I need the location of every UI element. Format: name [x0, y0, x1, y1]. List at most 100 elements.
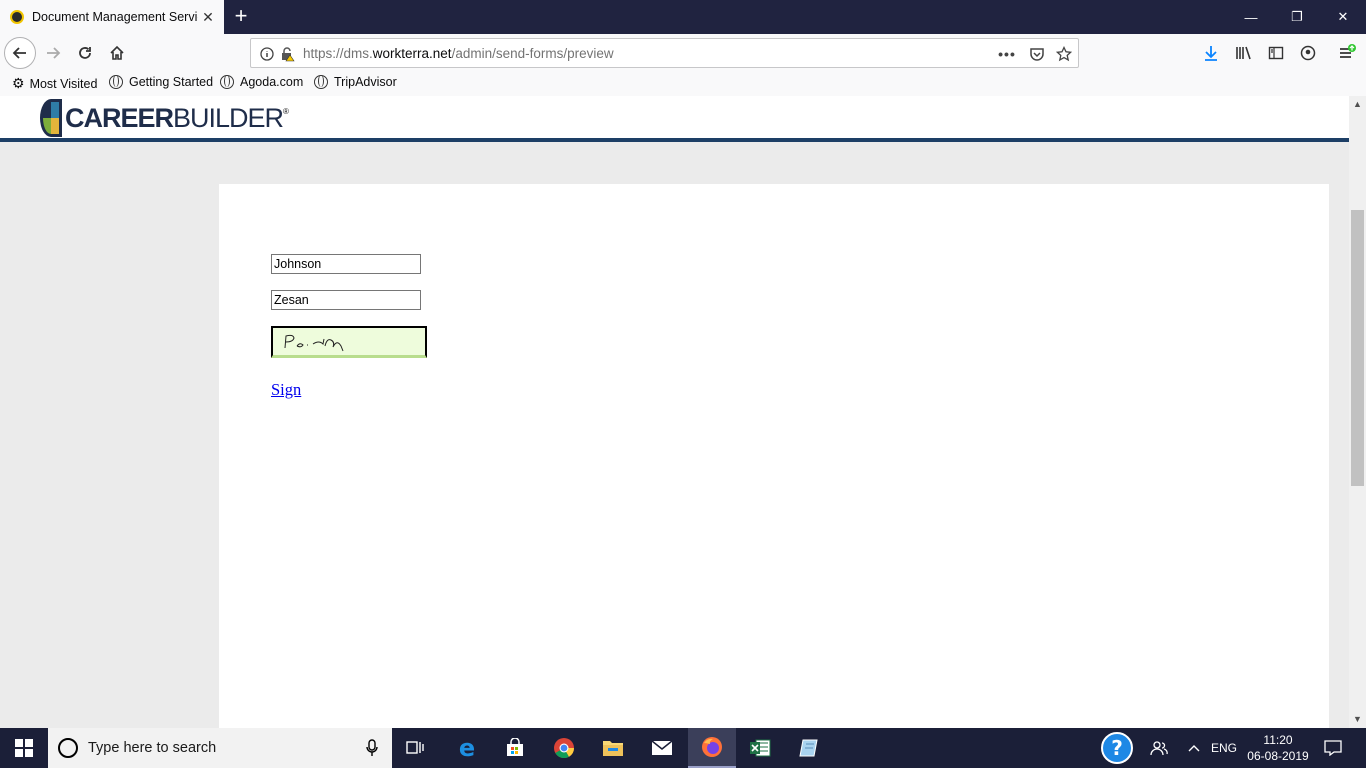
reload-button[interactable] — [70, 38, 100, 68]
globe-icon — [314, 75, 328, 89]
gear-icon: ⚙ — [12, 75, 25, 91]
microphone-icon[interactable] — [366, 739, 378, 761]
page-scrollbar[interactable]: ▲ ▼ — [1349, 96, 1366, 728]
people-button[interactable] — [1144, 728, 1174, 768]
hamburger-menu-icon — [1340, 44, 1356, 58]
browser-tab[interactable]: Document Management Servic ✕ — [0, 0, 224, 34]
search-placeholder: Type here to search — [88, 740, 217, 756]
scrollbar-thumb[interactable] — [1351, 210, 1364, 486]
bookmark-tripadvisor[interactable]: TripAdvisor — [314, 75, 397, 89]
last-name-field[interactable] — [271, 254, 421, 274]
task-view-icon — [406, 741, 424, 754]
firefox-app-button[interactable] — [688, 728, 736, 768]
downloads-button[interactable] — [1196, 38, 1226, 68]
title-bar: Document Management Servic ✕ + — ❐ ✕ — [0, 0, 1366, 34]
logo-trademark: ® — [283, 106, 289, 116]
page-content: CAREERBUILDER® Sign — [0, 96, 1349, 728]
cortana-icon — [58, 738, 78, 758]
windows-logo-icon — [15, 739, 33, 757]
sign-link[interactable]: Sign — [271, 380, 301, 400]
show-hidden-icons-button[interactable] — [1182, 728, 1206, 768]
close-window-button[interactable]: ✕ — [1320, 0, 1366, 34]
signature-field[interactable] — [271, 326, 427, 358]
chrome-app-button[interactable] — [540, 728, 588, 768]
windows-taskbar: Type here to search e ? ENG 11:20 06-08-… — [0, 728, 1366, 768]
help-button[interactable]: ? — [1098, 728, 1136, 768]
task-view-button[interactable] — [392, 728, 440, 768]
file-explorer-button[interactable] — [589, 728, 637, 768]
taskbar-search-box[interactable]: Type here to search — [48, 728, 392, 768]
new-tab-button[interactable]: + — [230, 4, 252, 28]
logo-text-career: CAREER — [65, 102, 174, 133]
start-button[interactable] — [0, 728, 48, 768]
back-button[interactable] — [4, 37, 36, 69]
site-header: CAREER BUILDER ® — [0, 96, 1349, 142]
mail-app-button[interactable] — [638, 728, 686, 768]
account-icon — [1300, 45, 1316, 61]
mail-icon — [651, 740, 673, 755]
bookmark-label: Most Visited — [29, 76, 98, 91]
navigation-bar: https://dms.workterra.net/admin/send-for… — [0, 34, 1366, 72]
minimize-button[interactable]: — — [1228, 0, 1274, 34]
store-icon — [507, 738, 523, 756]
library-button[interactable] — [1229, 38, 1259, 68]
forward-button[interactable] — [38, 38, 68, 68]
excel-app-button[interactable] — [736, 728, 784, 768]
form-preview-card: Sign — [219, 184, 1329, 728]
language-indicator[interactable]: ENG — [1206, 728, 1242, 768]
forward-arrow-icon — [47, 47, 61, 59]
bookmark-label: TripAdvisor — [334, 75, 397, 89]
clock[interactable]: 11:20 06-08-2019 — [1242, 732, 1314, 764]
edge-app-button[interactable]: e — [443, 728, 491, 768]
firefox-icon — [702, 737, 722, 757]
svg-text:?: ? — [1111, 736, 1123, 760]
bookmark-label: Agoda.com — [240, 75, 304, 89]
help-icon: ? — [1101, 732, 1133, 764]
bookmark-star-icon[interactable] — [1054, 44, 1074, 64]
notes-app-icon — [799, 739, 818, 757]
notification-icon — [1324, 740, 1342, 756]
bookmark-label: Getting Started — [129, 75, 214, 89]
url-bar[interactable]: https://dms.workterra.net/admin/send-for… — [250, 38, 1079, 68]
reload-icon — [79, 47, 91, 59]
insecure-lock-icon[interactable] — [277, 44, 297, 64]
tab-title: Document Management Servic — [32, 10, 198, 24]
pocket-icon[interactable] — [1027, 44, 1047, 64]
chrome-icon — [554, 738, 575, 759]
home-button[interactable] — [102, 38, 132, 68]
action-center-button[interactable] — [1318, 728, 1348, 768]
info-icon[interactable] — [257, 44, 277, 64]
bookmark-agoda[interactable]: Agoda.com — [220, 75, 303, 89]
menu-button[interactable] — [1332, 38, 1362, 68]
tab-close-icon[interactable]: ✕ — [200, 9, 216, 26]
account-button[interactable] — [1293, 38, 1323, 68]
sidebar-icon — [1268, 46, 1284, 60]
logo-text-builder: BUILDER — [173, 102, 284, 133]
store-app-button[interactable] — [491, 728, 539, 768]
excel-icon — [750, 739, 771, 757]
home-icon — [110, 45, 124, 60]
logo-mark-icon — [40, 99, 62, 137]
scroll-up-arrow-icon[interactable]: ▲ — [1349, 96, 1366, 113]
bookmarks-toolbar: ⚙ Most Visited Getting Started Agoda.com… — [0, 72, 1366, 96]
scroll-down-arrow-icon[interactable]: ▼ — [1349, 711, 1366, 728]
people-icon — [1150, 741, 1168, 756]
page-actions-icon[interactable]: ••• — [997, 44, 1017, 64]
site-favicon-icon — [10, 10, 24, 24]
globe-icon — [220, 75, 234, 89]
clock-time: 11:20 — [1263, 733, 1293, 747]
bookmark-getting-started[interactable]: Getting Started — [109, 75, 213, 89]
first-name-field[interactable] — [271, 290, 421, 310]
back-arrow-icon — [12, 47, 26, 59]
chevron-up-icon — [1188, 745, 1200, 752]
globe-icon — [109, 75, 123, 89]
bookmark-most-visited[interactable]: ⚙ Most Visited — [12, 75, 97, 92]
folder-icon — [603, 741, 623, 756]
sidebar-button[interactable] — [1261, 38, 1291, 68]
careerbuilder-logo[interactable]: CAREER BUILDER ® — [40, 99, 289, 137]
restore-button[interactable]: ❐ — [1274, 0, 1320, 34]
notes-app-button[interactable] — [785, 728, 833, 768]
library-icon — [1236, 46, 1251, 60]
edge-browser-icon: e — [458, 734, 476, 762]
url-text: https://dms.workterra.net/admin/send-for… — [303, 46, 614, 61]
